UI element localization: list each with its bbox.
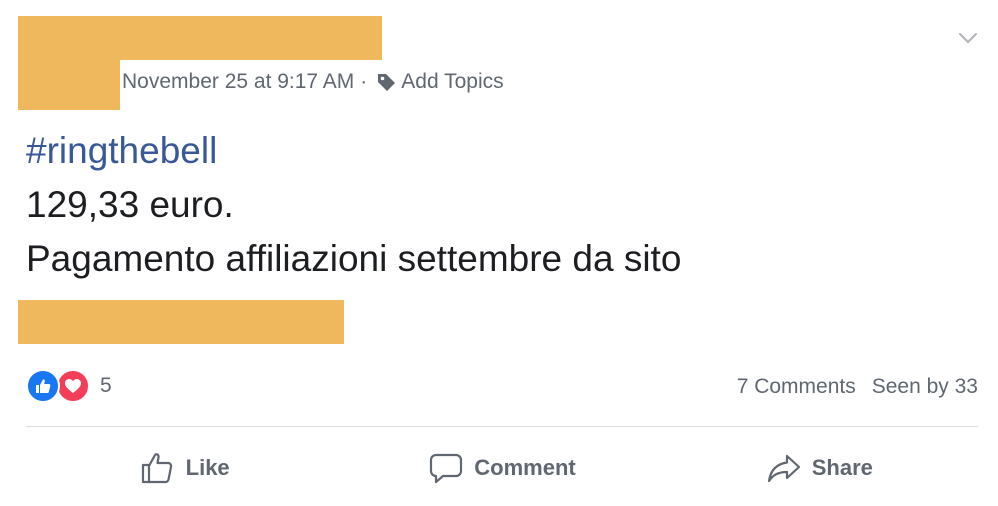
redacted-author-name <box>118 16 382 60</box>
add-topics-link[interactable]: Add Topics <box>401 70 503 94</box>
comments-count-link[interactable]: 7 Comments <box>737 375 856 399</box>
chevron-down-icon <box>959 33 977 43</box>
post-timestamp[interactable]: November 25 at 9:17 AM <box>122 70 354 94</box>
post-options-button[interactable] <box>954 26 982 50</box>
like-reaction-icon <box>26 369 60 403</box>
comment-button[interactable]: Comment <box>343 440 660 496</box>
comment-label: Comment <box>474 455 576 480</box>
meta-separator: · <box>360 70 368 93</box>
hashtag-link[interactable]: #ringthebell <box>26 124 681 178</box>
reaction-count: 5 <box>100 374 112 397</box>
redacted-avatar <box>18 16 120 110</box>
post-content: #ringthebell 129,33 euro. Pagamento affi… <box>26 124 681 286</box>
thumbs-up-icon <box>141 453 172 484</box>
post-meta: November 25 at 9:17 AM · Add Topics <box>122 68 504 96</box>
seen-by-link[interactable]: Seen by 33 <box>872 375 978 399</box>
redacted-text <box>18 300 344 344</box>
speech-bubble-icon <box>430 453 463 484</box>
post-stats: 7 Comments Seen by 33 <box>737 372 978 402</box>
action-divider <box>26 426 978 427</box>
love-reaction-icon <box>56 369 90 403</box>
share-arrow-icon <box>767 454 800 483</box>
reactions-summary[interactable]: 5 <box>26 368 112 404</box>
post-actions: Like Comment Share <box>26 440 978 496</box>
like-button[interactable]: Like <box>26 440 343 496</box>
like-label: Like <box>185 455 230 480</box>
share-label: Share <box>811 455 873 480</box>
tag-icon <box>375 71 397 93</box>
post-text-line-description: Pagamento affiliazioni settembre da sito <box>26 238 682 279</box>
share-button[interactable]: Share <box>661 440 978 496</box>
post-text-line-amount: 129,33 euro. <box>26 184 234 225</box>
